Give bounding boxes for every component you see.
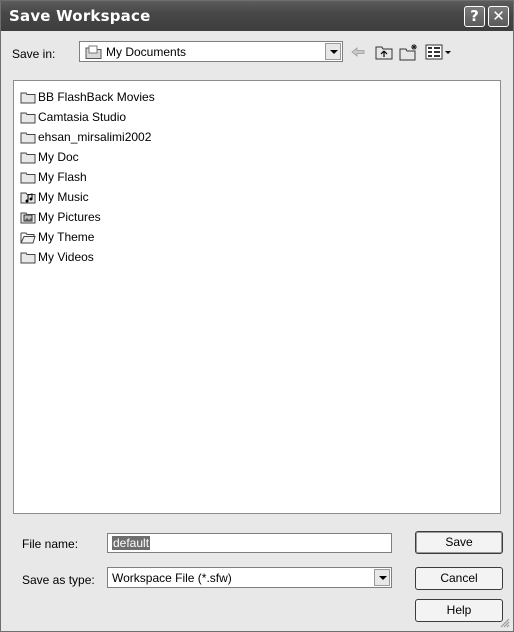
file-name-label: File name:: [22, 537, 79, 551]
list-item[interactable]: Camtasia Studio: [20, 109, 126, 125]
dialog-title: Save Workspace: [9, 7, 151, 25]
cancel-button[interactable]: Cancel: [415, 567, 503, 590]
title-bar: Save Workspace ? ✕: [1, 1, 513, 31]
open-folder-icon: [20, 232, 36, 244]
list-item-label: My Pictures: [38, 210, 101, 224]
list-item[interactable]: BB FlashBack Movies: [20, 89, 155, 105]
save-as-type-dropdown[interactable]: Workspace File (*.sfw): [107, 567, 392, 588]
chevron-down-icon[interactable]: [325, 43, 341, 60]
list-item-label: Camtasia Studio: [38, 110, 127, 124]
save-as-type-label: Save as type:: [22, 573, 95, 587]
list-item-label: My Flash: [38, 170, 87, 184]
chevron-down-icon[interactable]: [374, 569, 390, 586]
file-name-value: default: [112, 536, 151, 550]
list-item[interactable]: ehsan_mirsalimi2002: [20, 129, 151, 145]
new-folder-icon[interactable]: [399, 43, 419, 61]
list-item-label: BB FlashBack Movies: [38, 90, 155, 104]
folder-icon: [20, 172, 36, 184]
list-item[interactable]: My Pictures: [20, 209, 101, 225]
file-name-input[interactable]: default: [107, 533, 392, 553]
resize-grip-icon[interactable]: [498, 616, 510, 628]
list-item[interactable]: My Doc: [20, 149, 79, 165]
views-menu-icon[interactable]: [425, 43, 453, 61]
title-help-button[interactable]: ?: [464, 6, 485, 27]
list-item-label: My Theme: [38, 230, 95, 244]
list-item-label: ehsan_mirsalimi2002: [38, 130, 152, 144]
help-button[interactable]: Help: [415, 599, 503, 622]
folder-icon: [20, 252, 36, 264]
pictures-folder-icon: [20, 212, 36, 224]
folder-icon: [20, 152, 36, 164]
up-folder-icon[interactable]: [375, 43, 393, 61]
save-in-value: My Documents: [106, 45, 187, 59]
documents-folder-icon: [85, 45, 102, 59]
folder-icon: [20, 112, 36, 124]
list-item-label: My Videos: [38, 250, 94, 264]
list-item[interactable]: My Flash: [20, 169, 87, 185]
music-folder-icon: [20, 192, 36, 204]
list-item[interactable]: My Theme: [20, 229, 94, 245]
folder-icon: [20, 92, 36, 104]
close-button[interactable]: ✕: [488, 6, 509, 27]
save-in-dropdown[interactable]: My Documents: [79, 41, 343, 62]
list-item[interactable]: My Music: [20, 189, 89, 205]
save-workspace-dialog: Save Workspace ? ✕ Save in: My Documents…: [0, 0, 514, 632]
list-item-label: My Music: [38, 190, 89, 204]
file-list[interactable]: BB FlashBack Movies Camtasia Studio ehsa…: [13, 80, 501, 514]
save-as-type-value: Workspace File (*.sfw): [112, 571, 232, 585]
list-item[interactable]: My Videos: [20, 249, 94, 265]
save-button[interactable]: Save: [415, 531, 503, 554]
folder-icon: [20, 132, 36, 144]
list-item-label: My Doc: [38, 150, 79, 164]
back-arrow-icon[interactable]: [349, 43, 367, 61]
save-in-label: Save in:: [12, 47, 56, 61]
